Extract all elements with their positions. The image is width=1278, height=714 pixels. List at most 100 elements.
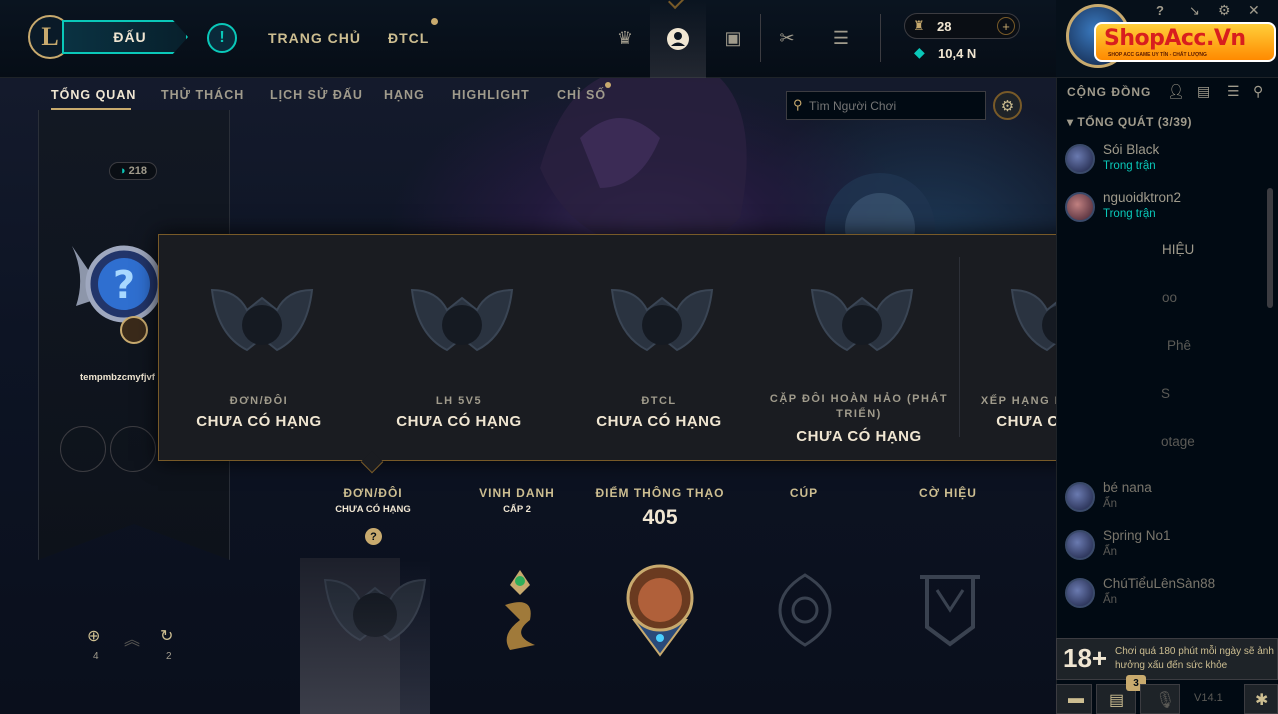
trophy-placeholder-icon [778, 573, 832, 647]
level-ring-icon: ◑ [118, 165, 126, 177]
trophy-nav-icon[interactable]: ♛ [612, 25, 638, 51]
blue-essence-amount: 10,4 N [938, 46, 977, 61]
friend-item[interactable]: Spring No1 Ẩn [1063, 526, 1273, 570]
rank-card: LH 5V5 CHƯA CÓ HẠNG [359, 235, 559, 462]
friend-name: Sói Black [1103, 142, 1160, 157]
player-search[interactable]: ⚲ [786, 91, 986, 120]
honor-title: VINH DANH [479, 486, 555, 500]
active-tab-underline [51, 108, 131, 110]
settings-icon[interactable]: ⚙ [1218, 2, 1231, 19]
help-icon[interactable]: ? [365, 528, 382, 545]
add-title-icon[interactable]: ⊕ [87, 626, 100, 646]
age-warning-text: Chơi quá 180 phút mỗi ngày sẽ ảnh hưởng … [1115, 646, 1274, 671]
banner-summary[interactable]: CỜ HIỆU [873, 486, 1023, 500]
version-area: V14.1 [1182, 684, 1242, 714]
rp-amount: 28 [937, 19, 952, 34]
ranked-emblem: ? [66, 236, 166, 346]
empty-badge-slot[interactable] [60, 426, 106, 472]
notification-dot [605, 82, 611, 88]
rank-card: CẶP ĐÔI HOÀN HẢO (PHÁT TRIỂN) CHƯA CÓ HẠ… [759, 235, 959, 462]
minimize-icon[interactable]: ↘ [1189, 3, 1200, 19]
friend-status: Ẩn [1103, 546, 1118, 558]
profile-nav-icon[interactable] [664, 25, 692, 53]
watermark-title: ShopAcc.Vn [1104, 26, 1246, 51]
friend-partial-name: S [1161, 386, 1171, 401]
friend-group-label: TỔNG QUÁT (3/39) [1077, 115, 1193, 129]
tab-match-history[interactable]: LỊCH SỬ ĐẤU [270, 88, 363, 102]
rank-queue: LH 5V5 [435, 395, 483, 407]
scrollbar[interactable] [1267, 188, 1273, 308]
banner-title: CỜ HIỆU [919, 486, 977, 500]
bug-report-button[interactable]: ✱ [1244, 684, 1278, 714]
honor-level: CẤP 2 [503, 504, 531, 515]
friend-avatar [1065, 530, 1095, 560]
search-input[interactable] [809, 96, 979, 116]
alert-icon[interactable]: ! [207, 23, 237, 53]
close-icon[interactable]: ✕ [1248, 2, 1260, 19]
friend-group-header[interactable]: ▾ TỔNG QUÁT (3/39) [1067, 115, 1192, 129]
tab-highlight[interactable]: HIGHLIGHT [452, 88, 530, 102]
add-rp-icon[interactable]: + [997, 17, 1015, 35]
friend-item[interactable]: nguoidktron2 Trong trận [1063, 188, 1273, 232]
collection-nav-icon[interactable]: ▣ [720, 25, 746, 51]
rank-tier: CHƯA CÓ HẠNG [796, 428, 922, 445]
profile-header: ShopAcc.Vn SHOP ACC GAME UY TÍN - CHẤT L… [1056, 0, 1278, 78]
friend-avatar [1065, 144, 1095, 174]
friend-name: bé nana [1103, 480, 1152, 495]
honor-summary[interactable]: VINH DANH CẤP 2 [442, 486, 592, 515]
friend-avatar [1065, 578, 1095, 608]
rp-balance[interactable]: ♜ 28 + [904, 13, 1020, 39]
friend-partial-name: otage [1161, 434, 1195, 449]
top-bar: L ĐẤU ! TRANG CHỦ ĐTCL ♛ ▣ ✂ ☰ ♜ 28 + ◆ … [0, 0, 1056, 78]
notification-dot [431, 18, 438, 25]
ranked-summary-tier: CHƯA CÓ HẠNG [335, 504, 411, 515]
profile-settings-icon[interactable]: ⚙ [993, 91, 1022, 120]
nav-tft[interactable]: ĐTCL [388, 30, 429, 46]
tab-challenges[interactable]: THỬ THÁCH [161, 88, 244, 102]
mastery-champion-icon [626, 564, 694, 657]
friend-status: Trong trận [1103, 208, 1156, 220]
help-icon[interactable]: ? [1156, 3, 1164, 18]
stat-value-left: 4 [93, 651, 99, 662]
play-button[interactable]: ĐẤU [62, 20, 188, 54]
loot-nav-icon[interactable]: ✂ [774, 25, 800, 51]
rank-tier: CHƯA CÓ HẠNG [596, 413, 722, 430]
store-nav-icon[interactable]: ☰ [828, 25, 854, 51]
unranked-crest-icon [810, 288, 914, 352]
mastery-summary[interactable]: ĐIỂM THÔNG THẠO 405 [585, 486, 735, 530]
friend-status: Trong trận [1103, 160, 1156, 172]
ranked-summary[interactable]: ĐƠN/ĐÔI CHƯA CÓ HẠNG [298, 486, 448, 515]
search-friends-icon[interactable]: ⚲ [1253, 83, 1263, 100]
rank-queue: CẶP ĐÔI HOÀN HẢO (PHÁT TRIỂN) [769, 393, 949, 420]
social-header: CỘNG ĐỒNG [1067, 85, 1152, 99]
rank-queue: ĐƠN/ĐÔI [229, 395, 289, 407]
tab-ranked[interactable]: HẠNG [384, 88, 425, 102]
friend-item[interactable]: Sói Black Trong trận [1063, 140, 1273, 184]
watermark-logo: ShopAcc.Vn SHOP ACC GAME UY TÍN - CHẤT L… [1094, 22, 1276, 62]
refresh-icon[interactable]: ↻ [160, 626, 173, 646]
add-folder-icon[interactable]: ▤ [1197, 83, 1210, 100]
chat-button[interactable]: ▬ [1056, 684, 1092, 714]
friend-status: Ẩn [1103, 498, 1118, 510]
chevron-up-icon[interactable]: ︽ [124, 626, 140, 650]
friend-item[interactable]: bé nana Ẩn [1063, 478, 1273, 522]
tab-overview[interactable]: TỔNG QUAN [51, 88, 136, 102]
friend-item[interactable]: ChúTiểuLênSàn88 Ẩn [1063, 574, 1273, 618]
unranked-crest-icon [410, 288, 514, 352]
tab-stats[interactable]: CHỈ SỐ [557, 88, 606, 102]
rank-card: ĐƠN/ĐÔI CHƯA CÓ HẠNG [159, 235, 359, 462]
summoner-level: ◑ 218 [109, 162, 157, 180]
friend-avatar [1065, 192, 1095, 222]
empty-badge-slot[interactable] [110, 426, 156, 472]
add-friend-icon[interactable]: 👤︎ [1167, 83, 1185, 100]
missions-icon: ▤ [1109, 692, 1125, 709]
voice-button[interactable]: 🎙︎ [1140, 684, 1180, 714]
list-view-icon[interactable]: ☰ [1227, 83, 1240, 100]
search-icon: ⚲ [793, 97, 803, 112]
trophy-summary[interactable]: CÚP [729, 486, 879, 500]
chat-icon: ▬ [1068, 690, 1084, 707]
blue-essence-icon: ◆ [914, 44, 925, 60]
nav-divider [760, 14, 761, 62]
rank-queue: ĐTCL [641, 395, 677, 407]
nav-home[interactable]: TRANG CHỦ [268, 30, 361, 46]
